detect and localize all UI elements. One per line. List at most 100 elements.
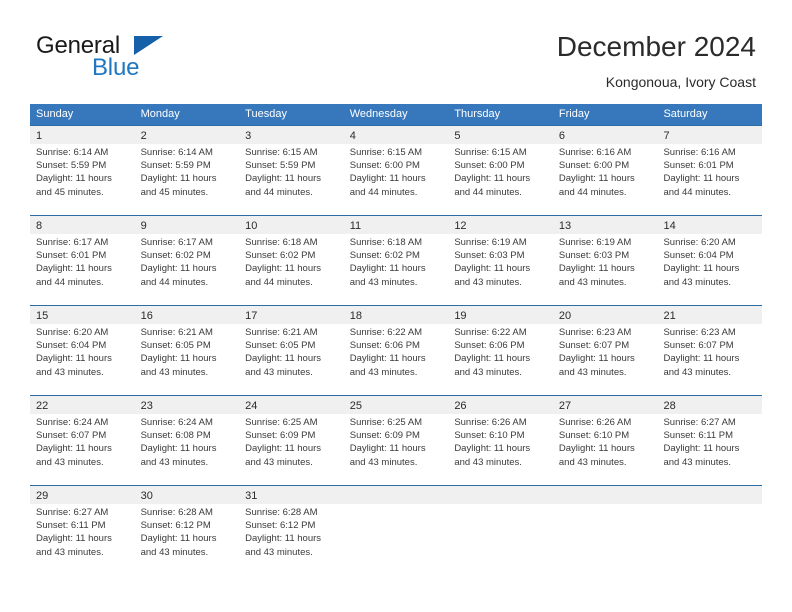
- day-number: 12: [454, 220, 467, 232]
- day-number-band: 9: [134, 216, 240, 234]
- daylight-text-line2: and 44 minutes.: [454, 186, 522, 198]
- day-cell[interactable]: 6 Sunrise: 6:16 AM Sunset: 6:00 PM Daylight…: [552, 126, 658, 215]
- sunrise-text: Sunrise: 6:18 AM: [245, 237, 318, 248]
- day-number: 16: [140, 310, 153, 322]
- daylight-text-line2: and 44 minutes.: [140, 276, 209, 288]
- sunrise-text: Sunrise: 6:21 AM: [140, 327, 213, 338]
- day-info: Sunrise: 6:14 AM Sunset: 5:59 PM Daylight:…: [30, 144, 135, 199]
- sunset-text: Sunset: 6:05 PM: [245, 340, 316, 352]
- day-cell[interactable]: 7 Sunrise: 6:16 AM Sunset: 6:01 PM Daylight…: [657, 126, 763, 215]
- day-cell[interactable]: 10 Sunrise: 6:18 AM Sunset: 6:02 PM Dayligh…: [239, 216, 344, 305]
- day-number-band: 2: [134, 126, 240, 144]
- day-number-band: 14: [657, 216, 763, 234]
- day-cell[interactable]: 22 Sunrise: 6:24 AM Sunset: 6:07 PM Dayligh…: [30, 396, 135, 485]
- daylight-text-line2: and 43 minutes.: [558, 366, 627, 378]
- day-cell[interactable]: 3 Sunrise: 6:15 AM Sunset: 5:59 PM Daylight…: [239, 126, 344, 215]
- day-number-band: 5: [448, 126, 553, 144]
- day-number-band: 23: [134, 396, 240, 414]
- day-cell[interactable]: 18 Sunrise: 6:22 AM Sunset: 6:06 PM Dayligh…: [343, 306, 449, 395]
- sunset-text: Sunset: 6:03 PM: [454, 250, 525, 262]
- daylight-text-line1: Daylight: 11 hours: [36, 173, 112, 185]
- day-cell[interactable]: 15 Sunrise: 6:20 AM Sunset: 6:04 PM Dayligh…: [30, 306, 135, 395]
- day-cell[interactable]: 24 Sunrise: 6:25 AM Sunset: 6:09 PM Dayligh…: [239, 396, 344, 485]
- day-cell[interactable]: 8 Sunrise: 6:17 AM Sunset: 6:01 PM Daylight…: [30, 216, 135, 305]
- sunrise-text: Sunrise: 6:20 AM: [663, 237, 736, 248]
- daylight-text-line1: Daylight: 11 hours: [454, 263, 531, 275]
- daylight-text-line1: Daylight: 11 hours: [663, 353, 740, 365]
- sunrise-text: Sunrise: 6:16 AM: [663, 147, 736, 158]
- sunset-text: Sunset: 6:00 PM: [558, 160, 630, 172]
- day-cell[interactable]: 9 Sunrise: 6:17 AM Sunset: 6:02 PM Daylight…: [134, 216, 240, 305]
- sunset-text: Sunset: 6:02 PM: [349, 250, 420, 262]
- daylight-text-line2: and 43 minutes.: [36, 366, 104, 378]
- sunset-text: Sunset: 5:59 PM: [245, 160, 316, 172]
- day-number: 6: [558, 130, 566, 142]
- daylight-text-line1: Daylight: 11 hours: [558, 353, 635, 365]
- daylight-text-line1: Daylight: 11 hours: [245, 173, 322, 185]
- daylight-text-line2: and 43 minutes.: [349, 366, 418, 378]
- title-block: December 2024 Kongonoua, Ivory Coast: [557, 30, 756, 92]
- day-info: Sunrise: 6:19 AM Sunset: 6:03 PM Daylight:…: [553, 234, 658, 289]
- sunrise-text: Sunrise: 6:28 AM: [245, 507, 318, 518]
- day-cell[interactable]: 5 Sunrise: 6:15 AM Sunset: 6:00 PM Daylight…: [448, 126, 553, 215]
- day-info: Sunrise: 6:28 AM Sunset: 6:12 PM Daylight:…: [135, 504, 240, 559]
- daylight-text-line2: and 44 minutes.: [663, 186, 732, 198]
- day-number-band: 12: [448, 216, 553, 234]
- day-number-band: 4: [343, 126, 449, 144]
- day-info: Sunrise: 6:25 AM Sunset: 6:09 PM Daylight:…: [344, 414, 449, 469]
- sunrise-text: Sunrise: 6:26 AM: [558, 417, 632, 428]
- daylight-text-line2: and 43 minutes.: [349, 276, 418, 288]
- day-cell[interactable]: 29 Sunrise: 6:27 AM Sunset: 6:11 PM Dayligh…: [30, 486, 135, 575]
- day-number-band: 29: [30, 486, 135, 504]
- day-cell[interactable]: 17 Sunrise: 6:21 AM Sunset: 6:05 PM Dayligh…: [239, 306, 344, 395]
- day-number-band: 11: [343, 216, 449, 234]
- day-info: Sunrise: 6:21 AM Sunset: 6:05 PM Daylight:…: [135, 324, 240, 379]
- day-cell[interactable]: 26 Sunrise: 6:26 AM Sunset: 6:10 PM Dayligh…: [448, 396, 553, 485]
- sunrise-text: Sunrise: 6:15 AM: [454, 147, 527, 158]
- sunset-text: Sunset: 6:03 PM: [558, 250, 630, 262]
- daylight-text-line1: Daylight: 11 hours: [349, 443, 426, 455]
- day-cell[interactable]: 12 Sunrise: 6:19 AM Sunset: 6:03 PM Dayligh…: [448, 216, 553, 305]
- day-cell[interactable]: 25 Sunrise: 6:25 AM Sunset: 6:09 PM Dayligh…: [343, 396, 449, 485]
- daylight-text-line1: Daylight: 11 hours: [140, 173, 217, 185]
- daylight-text-line2: and 43 minutes.: [245, 546, 313, 558]
- sunset-text: Sunset: 6:00 PM: [454, 160, 525, 172]
- day-number: 7: [663, 130, 670, 142]
- day-cell[interactable]: 20 Sunrise: 6:23 AM Sunset: 6:07 PM Dayligh…: [552, 306, 658, 395]
- day-cell-empty: [448, 486, 553, 575]
- day-cell[interactable]: 31 Sunrise: 6:28 AM Sunset: 6:12 PM Dayligh…: [239, 486, 344, 575]
- day-number-band: 19: [448, 306, 553, 324]
- day-cell[interactable]: 1 Sunrise: 6:14 AM Sunset: 5:59 PM Daylight…: [30, 126, 135, 215]
- daylight-text-line1: Daylight: 11 hours: [454, 443, 531, 455]
- sunrise-text: Sunrise: 6:27 AM: [663, 417, 736, 428]
- day-number-band: 25: [343, 396, 449, 414]
- day-cell[interactable]: 16 Sunrise: 6:21 AM Sunset: 6:05 PM Dayligh…: [134, 306, 240, 395]
- sunset-text: Sunset: 6:07 PM: [663, 340, 734, 352]
- sunrise-text: Sunrise: 6:20 AM: [36, 327, 109, 338]
- day-info: [448, 504, 553, 506]
- day-cell[interactable]: 4 Sunrise: 6:15 AM Sunset: 6:00 PM Daylight…: [343, 126, 449, 215]
- day-info: Sunrise: 6:26 AM Sunset: 6:10 PM Daylight:…: [448, 414, 553, 469]
- day-number-band: 17: [239, 306, 344, 324]
- weekday-header-friday: Friday: [558, 108, 590, 120]
- day-cell[interactable]: 23 Sunrise: 6:24 AM Sunset: 6:08 PM Dayligh…: [134, 396, 240, 485]
- day-number-band: 28: [657, 396, 763, 414]
- day-cell[interactable]: 2 Sunrise: 6:14 AM Sunset: 5:59 PM Daylight…: [134, 126, 240, 215]
- day-info: Sunrise: 6:15 AM Sunset: 5:59 PM Daylight:…: [239, 144, 344, 199]
- weekday-header-monday: Monday: [140, 108, 180, 120]
- day-cell[interactable]: 14 Sunrise: 6:20 AM Sunset: 6:04 PM Dayligh…: [657, 216, 763, 305]
- generalblue-logo[interactable]: General Blue: [36, 33, 266, 89]
- day-cell[interactable]: 27 Sunrise: 6:26 AM Sunset: 6:10 PM Dayligh…: [552, 396, 658, 485]
- day-cell[interactable]: 21 Sunrise: 6:23 AM Sunset: 6:07 PM Dayligh…: [657, 306, 763, 395]
- daylight-text-line1: Daylight: 11 hours: [663, 443, 740, 455]
- day-cell[interactable]: 13 Sunrise: 6:19 AM Sunset: 6:03 PM Dayligh…: [552, 216, 658, 305]
- day-info: Sunrise: 6:17 AM Sunset: 6:01 PM Daylight:…: [30, 234, 135, 289]
- day-cell[interactable]: 30 Sunrise: 6:28 AM Sunset: 6:12 PM Dayligh…: [134, 486, 240, 575]
- daylight-text-line1: Daylight: 11 hours: [454, 353, 531, 365]
- day-number-band: 22: [30, 396, 135, 414]
- day-cell[interactable]: 28 Sunrise: 6:27 AM Sunset: 6:11 PM Dayligh…: [657, 396, 763, 485]
- day-cell[interactable]: 19 Sunrise: 6:22 AM Sunset: 6:06 PM Dayligh…: [448, 306, 553, 395]
- sunset-text: Sunset: 6:08 PM: [140, 430, 211, 442]
- day-cell[interactable]: 11 Sunrise: 6:18 AM Sunset: 6:02 PM Dayligh…: [343, 216, 449, 305]
- daylight-text-line1: Daylight: 11 hours: [663, 173, 740, 185]
